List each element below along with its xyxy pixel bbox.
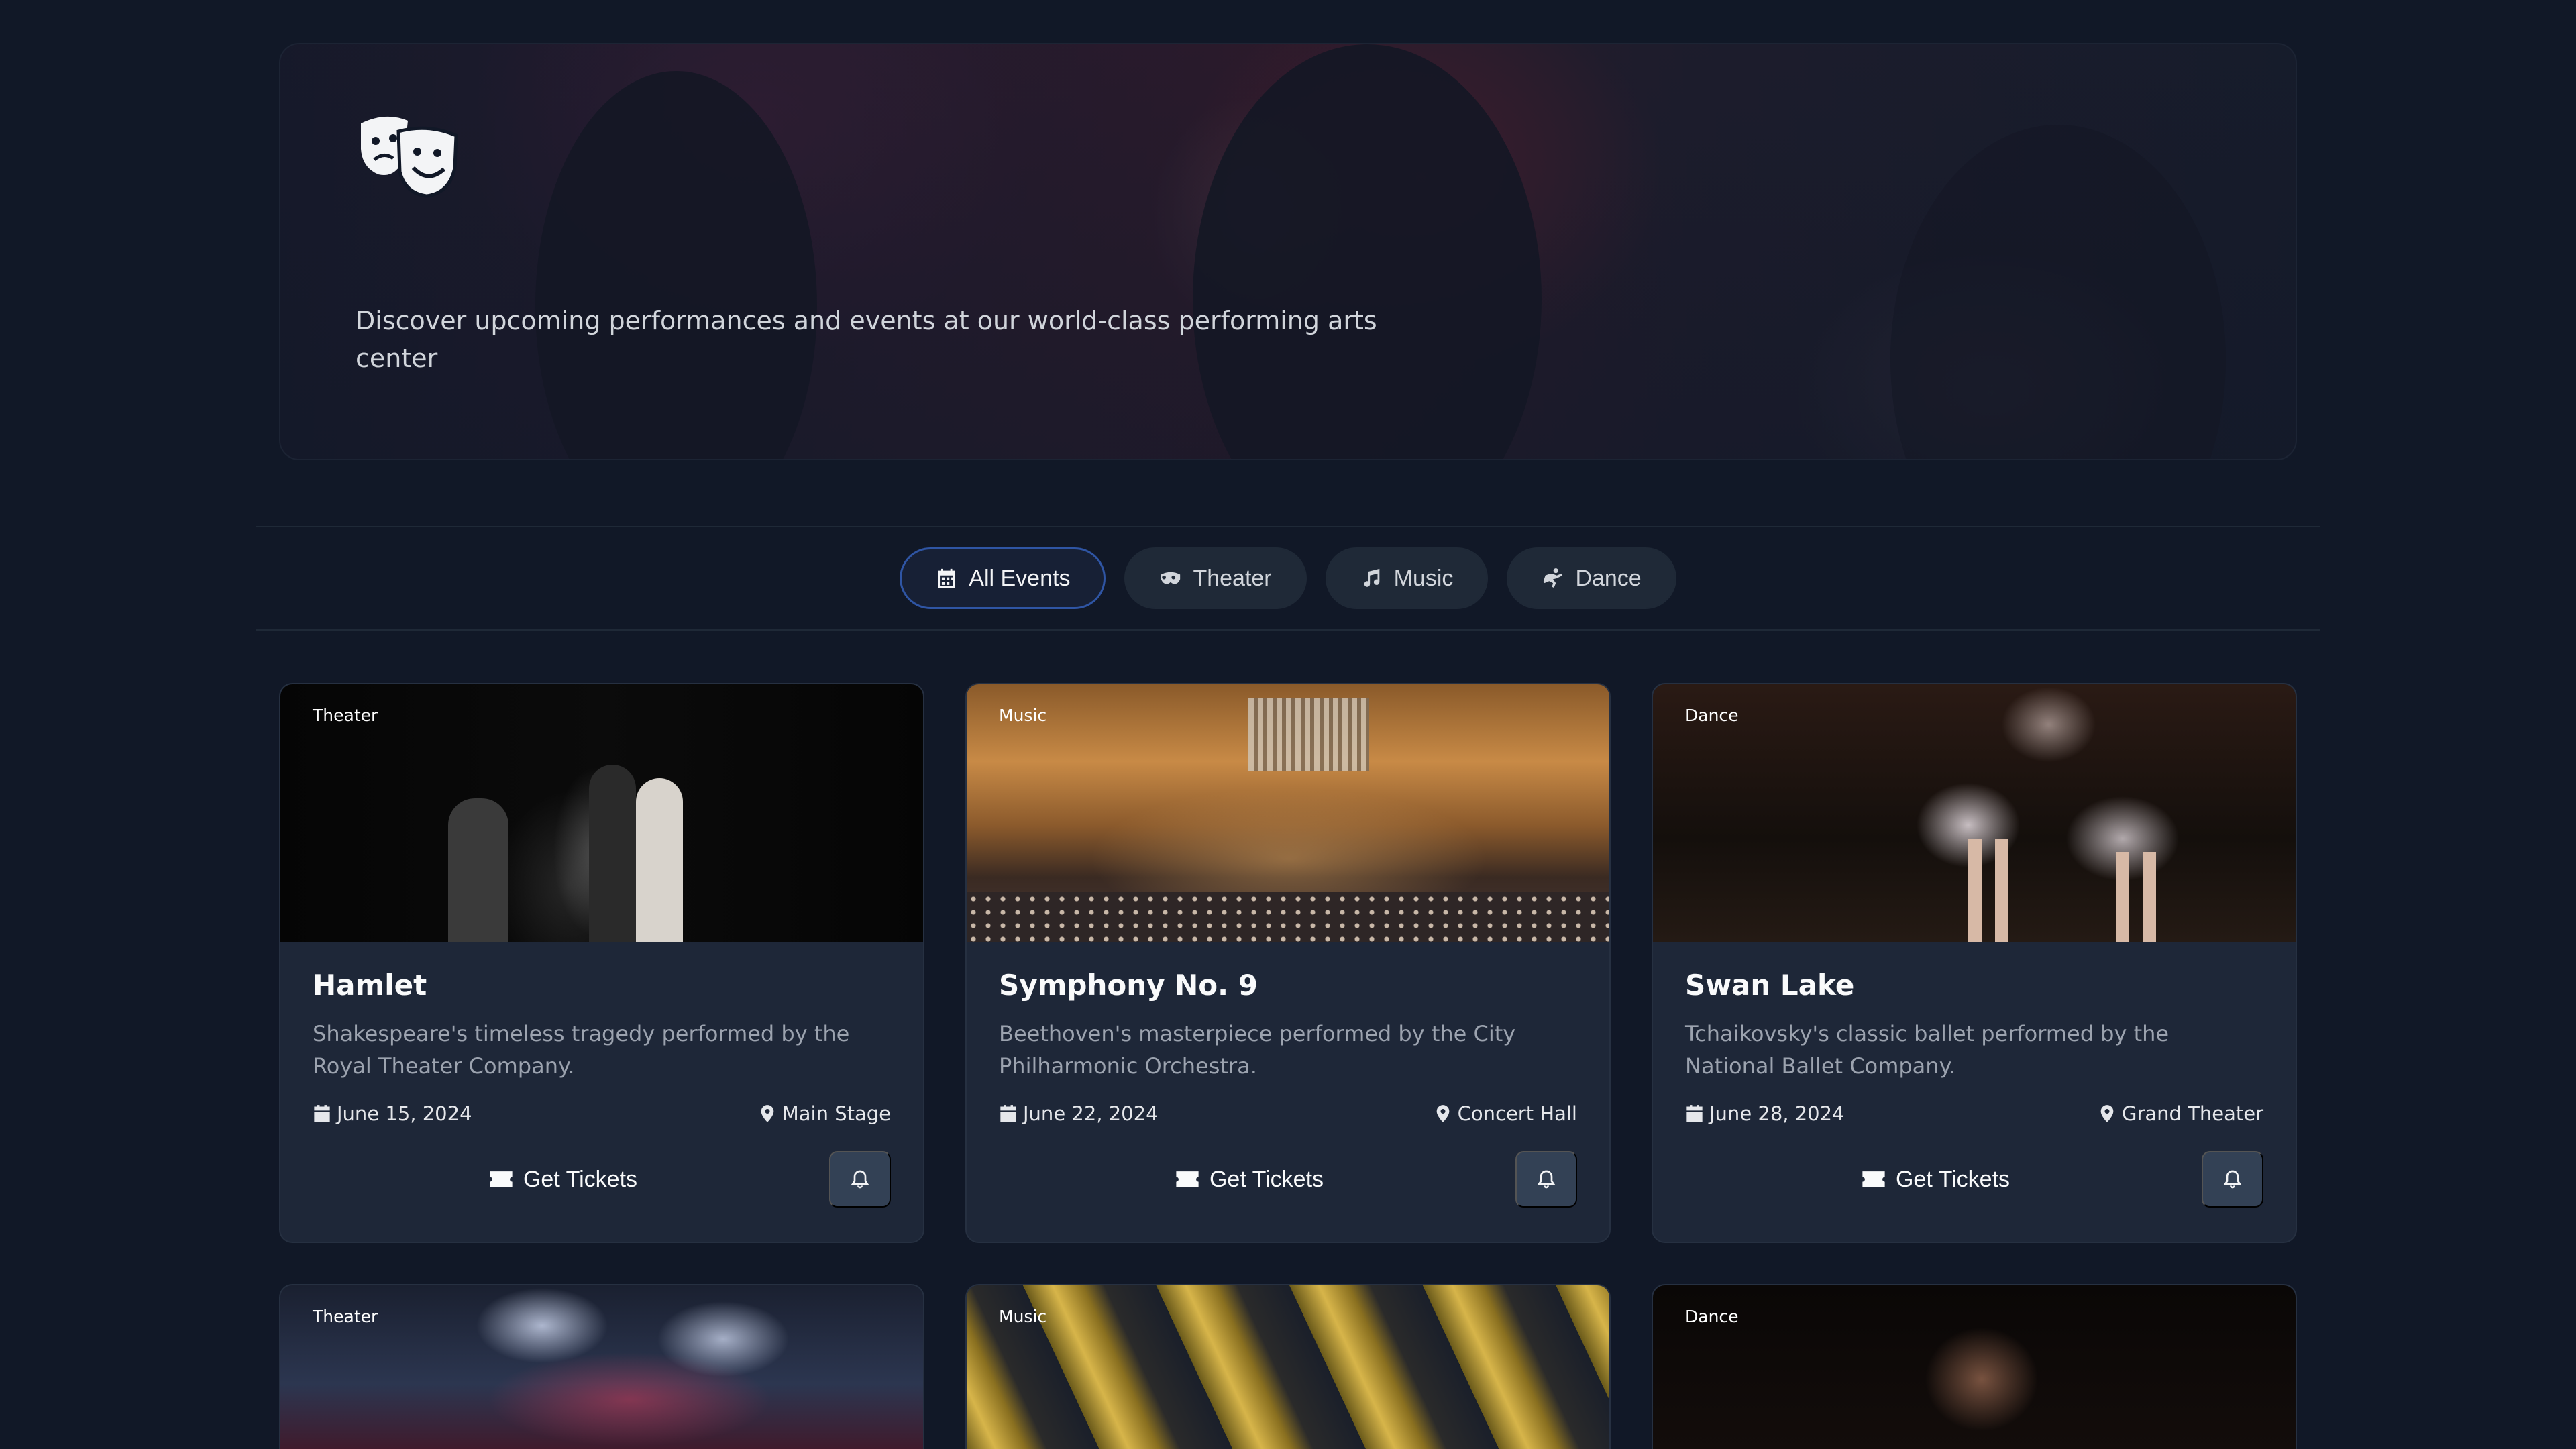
event-image: Dance [1653,1285,2296,1449]
event-venue-text: Grand Theater [2121,1102,2263,1125]
calendar-icon [1686,1105,1703,1122]
map-pin-icon [1436,1105,1449,1122]
notify-button[interactable] [829,1151,891,1208]
event-card-hamlet[interactable]: Theater Hamlet Shakespeare's timeless tr… [279,683,924,1243]
theater-masks-icon [361,116,458,198]
get-tickets-button[interactable]: Get Tickets [313,1149,813,1210]
event-card[interactable]: Music [965,1284,1611,1449]
event-description: Beethoven's masterpiece performed by the… [999,1021,1516,1079]
event-venue-text: Main Stage [782,1102,891,1125]
event-image: Theater [280,1285,923,1449]
notify-button[interactable] [2202,1151,2263,1208]
event-date-text: June 28, 2024 [1709,1102,1845,1125]
dance-icon [1544,568,1563,588]
calendar-icon [938,568,956,588]
hero-description: Discover upcoming performances and event… [356,306,1377,373]
event-image: Music [967,684,1609,942]
filter-label: Theater [1193,565,1272,591]
filter-theater-button[interactable]: Theater [1124,547,1307,609]
dancer-leg [1995,839,2008,942]
filter-label: Music [1393,565,1454,591]
event-card-symphony[interactable]: Music Symphony No. 9 Beethoven's masterp… [965,683,1611,1243]
ticket-icon [1862,1171,1885,1187]
audience-crowd [967,892,1609,942]
bell-icon [2223,1170,2242,1189]
event-date-text: June 15, 2024 [337,1102,472,1125]
hero-title-area [356,201,1402,302]
event-venue-text: Concert Hall [1457,1102,1577,1125]
event-title: Hamlet [313,969,427,1002]
event-image: Theater [280,684,923,942]
category-badge: Dance [1685,1307,1739,1326]
get-tickets-button[interactable]: Get Tickets [999,1149,1499,1210]
dancer-leg [2143,852,2156,942]
performer-figure [448,798,508,942]
event-date: June 28, 2024 [1685,1102,1845,1125]
event-image: Music [967,1285,1609,1449]
map-pin-icon [761,1105,774,1122]
performer-figure [589,765,636,942]
performer-figure [636,778,683,942]
category-badge: Theater [313,706,378,725]
event-image: Dance [1653,684,2296,942]
category-badge: Dance [1685,706,1739,725]
audience-silhouette [1890,125,2226,459]
filter-music-button[interactable]: Music [1325,547,1489,609]
mask-icon [1161,572,1181,584]
tickets-label: Get Tickets [1209,1166,1324,1192]
category-badge: Music [999,706,1047,725]
event-date: June 22, 2024 [999,1102,1159,1125]
notify-button[interactable] [1515,1151,1577,1208]
hero-banner: Discover upcoming performances and event… [279,43,2297,460]
event-description: Tchaikovsky's classic ballet performed b… [1685,1021,2169,1079]
ticket-icon [1176,1171,1199,1187]
bell-icon [851,1170,869,1189]
category-filter-bar: All Events Theater Music Dance [256,526,2320,631]
category-badge: Theater [313,1307,378,1326]
event-venue: Grand Theater [2098,1102,2263,1125]
event-description: Shakespeare's timeless tragedy performed… [313,1021,850,1079]
map-pin-icon [2100,1105,2114,1122]
dancer-leg [2116,852,2129,942]
filter-dance-button[interactable]: Dance [1507,547,1676,609]
page: Discover upcoming performances and event… [0,0,2576,1449]
filter-all-events-button[interactable]: All Events [900,547,1106,609]
music-note-icon [1364,568,1379,587]
dancer-leg [1968,839,1982,942]
get-tickets-button[interactable]: Get Tickets [1685,1149,2186,1210]
event-title: Symphony No. 9 [999,969,1258,1002]
event-title: Swan Lake [1685,969,1855,1002]
event-date: June 15, 2024 [313,1102,472,1125]
tickets-label: Get Tickets [1895,1166,2010,1192]
tickets-label: Get Tickets [523,1166,638,1192]
event-card-swan-lake[interactable]: Dance Swan Lake Tchaikovsky's classic ba… [1652,683,2297,1243]
bell-icon [1537,1170,1556,1189]
event-venue: Main Stage [758,1102,891,1125]
calendar-icon [314,1105,330,1122]
event-date-text: June 22, 2024 [1023,1102,1159,1125]
event-venue: Concert Hall [1434,1102,1577,1125]
event-card[interactable]: Dance [1652,1284,2297,1449]
ticket-icon [490,1171,513,1187]
calendar-icon [1000,1105,1016,1122]
organ-pipes [1248,698,1369,771]
event-card[interactable]: Theater [279,1284,924,1449]
category-badge: Music [999,1307,1047,1326]
filter-label: Dance [1575,565,1642,591]
filter-label: All Events [969,565,1071,591]
